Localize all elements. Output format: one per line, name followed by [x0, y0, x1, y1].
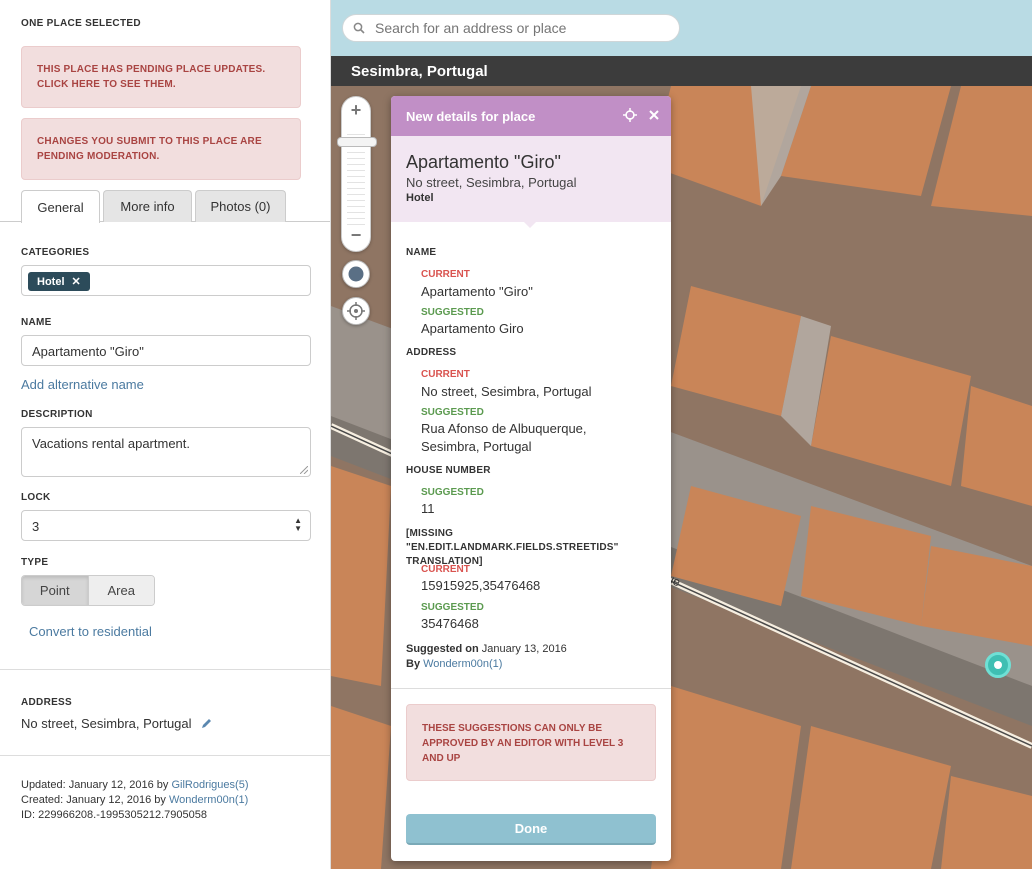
lock-label: LOCK [21, 492, 51, 503]
suggested-label: SUGGESTED [421, 602, 484, 613]
by-label: By [406, 658, 421, 670]
created-text: Created: January 12, 2016 by [21, 794, 169, 806]
street-ids-suggested-value: 35476468 [421, 616, 479, 631]
street-ids-current-value: 15915925,35476468 [421, 578, 541, 593]
location-name: Sesimbra, Portugal [351, 62, 488, 80]
center-on-place-icon[interactable] [623, 108, 637, 122]
map-top-bar [331, 0, 1032, 56]
suggested-label: SUGGESTED [421, 487, 484, 498]
tab-more-info[interactable]: More info [103, 190, 192, 222]
suggested-label: SUGGESTED [421, 307, 484, 318]
house-number-suggested-value: 11 [421, 501, 435, 516]
place-category: Hotel [406, 192, 434, 204]
address-value: No street, Sesimbra, Portugal [21, 716, 192, 731]
updated-info: Updated: January 12, 2016 by GilRodrigue… [21, 778, 248, 793]
globe-icon [347, 265, 365, 283]
convert-to-residential-link[interactable]: Convert to residential [29, 624, 152, 639]
edit-pencil-icon[interactable] [200, 718, 212, 730]
crosshair-icon [347, 302, 365, 320]
type-label: TYPE [21, 557, 49, 568]
divider [0, 669, 330, 670]
zoom-out-button[interactable]: − [342, 225, 370, 246]
name-current-value: Apartamento "Giro" [421, 284, 533, 299]
current-label: CURRENT [421, 269, 470, 280]
place-title: Apartamento "Giro" [406, 152, 561, 172]
house-number-section-label: HOUSE NUMBER [406, 465, 491, 476]
current-label: CURRENT [421, 564, 470, 575]
lock-select[interactable]: 3 ▲ ▼ [21, 510, 311, 541]
place-id: ID: 229966208.-1995305212.7905058 [21, 809, 207, 821]
created-user-link[interactable]: Wonderm00n(1) [169, 794, 248, 806]
zoom-in-button[interactable]: + [342, 100, 370, 121]
popup-place-summary: Apartamento "Giro" No street, Sesimbra, … [391, 136, 671, 222]
selection-header: ONE PLACE SELECTED [21, 18, 141, 29]
zoom-control: + − [337, 96, 377, 252]
suggested-on-label: Suggested on [406, 643, 479, 655]
search-box[interactable] [342, 14, 680, 42]
categories-input[interactable]: Hotel ✕ [21, 265, 311, 296]
name-suggested-value: Apartamento Giro [421, 321, 524, 336]
popup-header-title: New details for place [406, 108, 536, 124]
type-point-button[interactable]: Point [22, 576, 89, 605]
current-label: CURRENT [421, 369, 470, 380]
zoom-slider-handle[interactable] [337, 137, 377, 147]
place-subtitle: No street, Sesimbra, Portugal [406, 175, 577, 190]
description-textarea[interactable]: Vacations rental apartment. [21, 427, 311, 477]
suggested-label: SUGGESTED [421, 407, 484, 418]
suggested-on-info: Suggested on January 13, 2016 [406, 643, 567, 655]
address-label: ADDRESS [21, 697, 72, 708]
summary-caret [522, 220, 538, 228]
close-icon[interactable] [649, 110, 659, 120]
add-alternative-name-link[interactable]: Add alternative name [21, 377, 144, 392]
address-row[interactable]: No street, Sesimbra, Portugal [21, 716, 212, 731]
category-chip-label: Hotel [37, 275, 65, 288]
search-icon [353, 22, 365, 34]
edit-panel: ONE PLACE SELECTED THIS PLACE HAS PENDIN… [0, 0, 331, 869]
address-suggested-value: Rua Afonso de Albuquerque, Sesimbra, Por… [421, 421, 587, 454]
street-ids-section-label: [MISSING "EN.EDIT.LANDMARK.FIELDS.STREET… [406, 528, 619, 567]
select-arrows-icon: ▲ ▼ [294, 516, 302, 533]
address-section-label: ADDRESS [406, 347, 457, 358]
place-marker[interactable] [985, 652, 1011, 678]
updated-text: Updated: January 12, 2016 by [21, 779, 172, 791]
suggested-on-date: January 13, 2016 [478, 643, 567, 655]
locate-me-button[interactable] [342, 297, 370, 325]
place-update-popup: New details for place Apartamento "Giro"… [391, 96, 671, 861]
address-current-value: No street, Sesimbra, Portugal [421, 384, 592, 399]
resize-handle-icon[interactable] [300, 466, 308, 474]
categories-label: CATEGORIES [21, 247, 90, 258]
pending-updates-alert[interactable]: THIS PLACE HAS PENDING PLACE UPDATES. CL… [21, 46, 301, 108]
remove-category-icon[interactable]: ✕ [72, 275, 81, 288]
category-chip: Hotel ✕ [28, 272, 90, 291]
location-bar: Sesimbra, Portugal [331, 56, 1032, 86]
divider [391, 688, 671, 689]
layers-button[interactable] [342, 260, 370, 288]
tab-bar: General More info Photos (0) [0, 190, 330, 223]
done-button[interactable]: Done [406, 814, 656, 845]
approval-level-alert: THESE SUGGESTIONS CAN ONLY BE APPROVED B… [406, 704, 656, 781]
tab-general[interactable]: General [21, 190, 100, 223]
updated-user-link[interactable]: GilRodrigues(5) [171, 779, 248, 791]
pending-moderation-alert: CHANGES YOU SUBMIT TO THIS PLACE ARE PEN… [21, 118, 301, 180]
name-input[interactable]: Apartamento "Giro" [21, 335, 311, 366]
description-label: DESCRIPTION [21, 409, 93, 420]
suggested-by-info: By Wonderm00n(1) [406, 658, 502, 670]
search-input[interactable] [375, 20, 655, 36]
suggested-by-user-link[interactable]: Wonderm00n(1) [423, 658, 502, 670]
type-toggle: Point Area [21, 575, 155, 606]
popup-header: New details for place [391, 96, 671, 136]
created-info: Created: January 12, 2016 by Wonderm00n(… [21, 793, 248, 808]
name-section-label: NAME [406, 247, 437, 258]
lock-value: 3 [32, 519, 40, 534]
name-label: NAME [21, 317, 52, 328]
type-area-button[interactable]: Area [88, 576, 154, 605]
description-text: Vacations rental apartment. [32, 436, 191, 451]
divider [0, 755, 330, 756]
tab-photos[interactable]: Photos (0) [195, 190, 286, 222]
